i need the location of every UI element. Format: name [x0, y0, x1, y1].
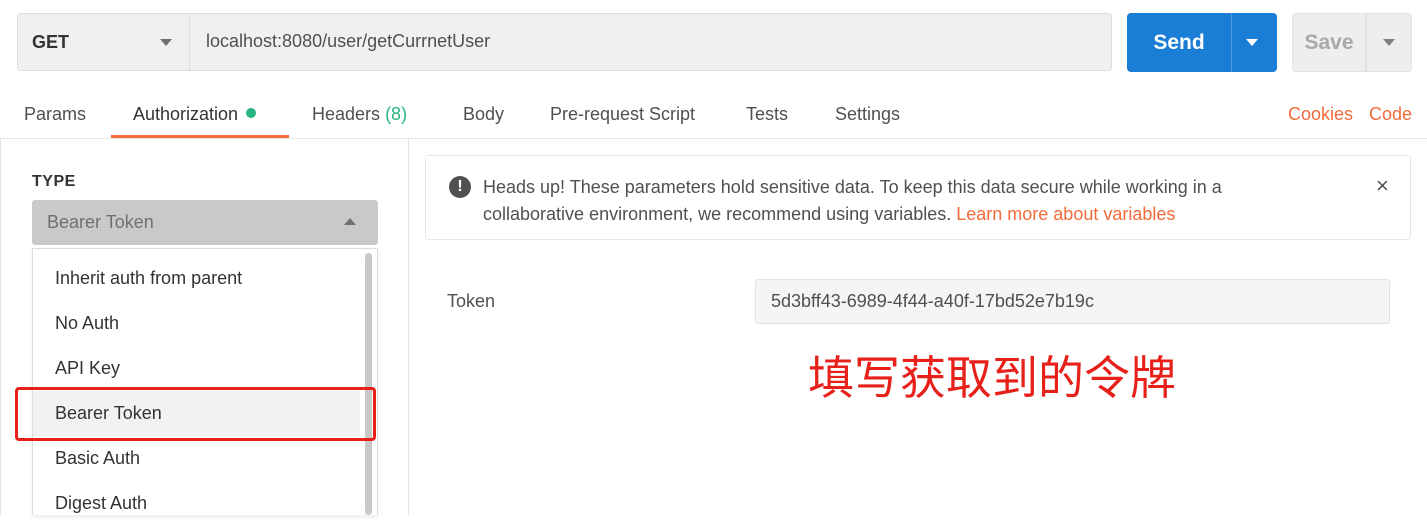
- headers-count-badge: (8): [385, 104, 408, 124]
- tab-params[interactable]: Params: [24, 104, 86, 125]
- url-text: localhost:8080/user/getCurrnetUser: [206, 31, 491, 51]
- code-link[interactable]: Code: [1369, 104, 1412, 125]
- type-label: TYPE: [32, 173, 76, 190]
- tabs-divider: [0, 138, 1427, 139]
- panel-border: [0, 139, 1, 515]
- tab-headers-label: Headers: [312, 104, 381, 124]
- warning-icon: !: [449, 176, 471, 198]
- auth-type-selected-value: Bearer Token: [47, 212, 154, 232]
- tab-tests[interactable]: Tests: [746, 104, 788, 125]
- token-value: 5d3bff43-6989-4f44-a40f-17bd52e7b19c: [771, 291, 1094, 311]
- tab-settings[interactable]: Settings: [835, 104, 900, 125]
- chevron-up-icon: [344, 218, 356, 225]
- chevron-down-icon[interactable]: [160, 39, 172, 46]
- chevron-down-icon: [1246, 39, 1258, 46]
- highlight-box: [15, 387, 376, 441]
- send-button[interactable]: Send: [1127, 13, 1231, 72]
- auth-option-no-auth[interactable]: No Auth: [33, 301, 360, 346]
- learn-more-variables-link[interactable]: Learn more about variables: [956, 204, 1175, 224]
- auth-option-inherit[interactable]: Inherit auth from parent: [33, 256, 360, 301]
- save-button[interactable]: Save: [1292, 13, 1366, 72]
- token-label: Token: [447, 291, 496, 311]
- annotation-text: 填写获取到的令牌: [808, 351, 1176, 405]
- panel-divider: [408, 139, 409, 515]
- dropdown-scrollbar[interactable]: [365, 253, 372, 515]
- auth-option-basic-auth[interactable]: Basic Auth: [33, 436, 360, 481]
- auth-option-digest-auth[interactable]: Digest Auth: [33, 481, 360, 526]
- auth-option-api-key[interactable]: API Key: [33, 346, 360, 391]
- alert-message: Heads up! These parameters hold sensitiv…: [483, 174, 1303, 228]
- status-dot-icon: [246, 108, 257, 119]
- close-icon[interactable]: ×: [1376, 173, 1389, 199]
- tab-headers[interactable]: Headers (8): [312, 104, 407, 125]
- method-label: GET: [32, 32, 70, 52]
- tab-authorization[interactable]: Authorization: [133, 104, 257, 125]
- tab-authorization-label: Authorization: [133, 104, 239, 124]
- cookies-link[interactable]: Cookies: [1288, 104, 1353, 125]
- chevron-down-icon: [1383, 39, 1395, 46]
- tab-body[interactable]: Body: [463, 104, 504, 125]
- tab-prerequest-script[interactable]: Pre-request Script: [550, 104, 695, 125]
